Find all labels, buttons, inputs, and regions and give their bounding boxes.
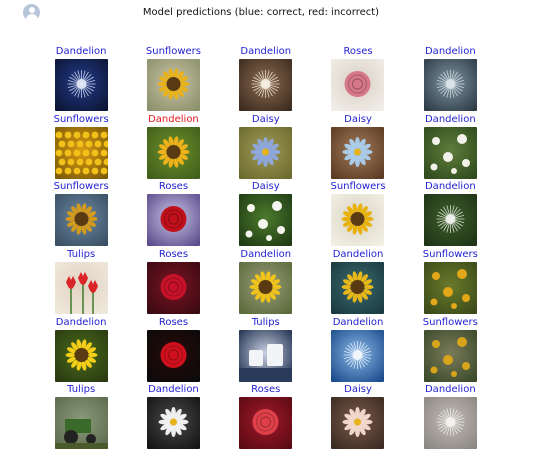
prediction-cell: Dandelion: [404, 114, 496, 182]
flower-image: [146, 397, 200, 450]
prediction-label: Daisy: [251, 113, 280, 125]
flower-image: [54, 126, 108, 179]
prediction-label: Dandelion: [332, 249, 384, 261]
flower-image: [239, 262, 293, 315]
prediction-label: Dandelion: [424, 46, 476, 57]
flower-image: [239, 59, 293, 111]
prediction-label: Dandelion: [332, 316, 384, 328]
prediction-label: Dandelion: [424, 384, 476, 396]
prediction-cell: Roses: [312, 46, 404, 114]
prediction-cell: Sunflowers: [127, 46, 219, 114]
flower-image: [239, 194, 293, 247]
prediction-label: Tulips: [67, 384, 96, 396]
figure-title: Model predictions (blue: correct, red: i…: [142, 7, 380, 18]
prediction-label: Sunflowers: [330, 181, 386, 193]
prediction-cell: Tulips: [35, 249, 127, 317]
prediction-label: Sunflowers: [53, 181, 109, 193]
prediction-cell: Sunflowers: [312, 181, 404, 249]
prediction-label: Roses: [158, 181, 189, 193]
prediction-label: Daisy: [344, 384, 372, 396]
prediction-cell: Roses: [127, 249, 219, 317]
flower-image: [146, 262, 200, 315]
prediction-label: Sunflowers: [53, 113, 109, 125]
flower-image: [331, 329, 385, 382]
prediction-label: Daisy: [251, 181, 280, 193]
prediction-cell: Sunflowers: [35, 114, 127, 182]
flower-image: [423, 59, 477, 111]
flower-image: [54, 329, 108, 382]
prediction-label: Roses: [343, 46, 373, 57]
flower-image: [423, 262, 477, 315]
flower-image: [239, 397, 293, 450]
prediction-label: Dandelion: [424, 113, 476, 125]
prediction-cell: Sunflowers: [404, 249, 496, 317]
flower-image: [423, 126, 477, 179]
prediction-label: Dandelion: [148, 384, 199, 396]
prediction-label: Tulips: [251, 316, 280, 328]
flower-image: [331, 262, 385, 315]
flower-image: [146, 59, 200, 111]
flower-image: [239, 126, 293, 179]
prediction-cell: Dandelion: [404, 46, 496, 114]
prediction-label: Sunflowers: [422, 316, 478, 328]
prediction-label: Dandelion: [424, 181, 476, 193]
flower-image: [331, 59, 385, 111]
flower-image: [146, 329, 200, 382]
prediction-cell: Roses: [127, 317, 219, 385]
prediction-cell: Dandelion: [35, 317, 127, 385]
flower-image: [54, 59, 108, 111]
prediction-cell: Dandelion: [220, 249, 312, 317]
prediction-label: Roses: [251, 384, 281, 396]
prediction-label: Dandelion: [240, 46, 292, 57]
prediction-cell: Dandelion: [35, 46, 127, 114]
flower-image: [331, 194, 385, 247]
prediction-label: Sunflowers: [145, 46, 201, 57]
prediction-label: Dandelion: [240, 249, 292, 261]
flower-image: [146, 194, 200, 247]
prediction-cell: Sunflowers: [404, 317, 496, 385]
prediction-cell: Daisy: [220, 114, 312, 182]
prediction-cell: Dandelion: [127, 384, 219, 452]
prediction-label: Dandelion: [55, 316, 107, 328]
prediction-cell: Tulips: [220, 317, 312, 385]
prediction-label: Tulips: [67, 249, 96, 261]
prediction-cell: Daisy: [312, 114, 404, 182]
prediction-cell: Dandelion: [404, 181, 496, 249]
flower-image: [331, 126, 385, 179]
prediction-label: Dandelion: [148, 113, 199, 125]
flower-image: [423, 397, 477, 450]
flower-image: [331, 397, 385, 450]
prediction-cell: Tulips: [35, 384, 127, 452]
flower-image: [54, 262, 108, 315]
flower-image: [54, 397, 108, 450]
prediction-cell: Dandelion: [312, 249, 404, 317]
prediction-grid: Dandelion Sunflowers Dandelion Roses Dandeli…: [35, 46, 496, 452]
prediction-label: Roses: [158, 316, 189, 328]
prediction-label: Dandelion: [55, 46, 107, 57]
prediction-label: Daisy: [344, 113, 372, 125]
prediction-cell: Dandelion: [220, 46, 312, 114]
prediction-label: Sunflowers: [422, 249, 478, 261]
flower-image: [423, 194, 477, 247]
prediction-cell: Dandelion: [127, 114, 219, 182]
flower-image: [54, 194, 108, 247]
flower-image: [239, 329, 293, 382]
prediction-cell: Roses: [220, 384, 312, 452]
prediction-cell: Sunflowers: [35, 181, 127, 249]
flower-image: [423, 329, 477, 382]
prediction-label: Roses: [158, 249, 189, 261]
prediction-cell: Daisy: [220, 181, 312, 249]
flower-image: [146, 126, 200, 179]
prediction-cell: Roses: [127, 181, 219, 249]
prediction-cell: Dandelion: [404, 384, 496, 452]
prediction-cell: Daisy: [312, 384, 404, 452]
prediction-cell: Dandelion: [312, 317, 404, 385]
